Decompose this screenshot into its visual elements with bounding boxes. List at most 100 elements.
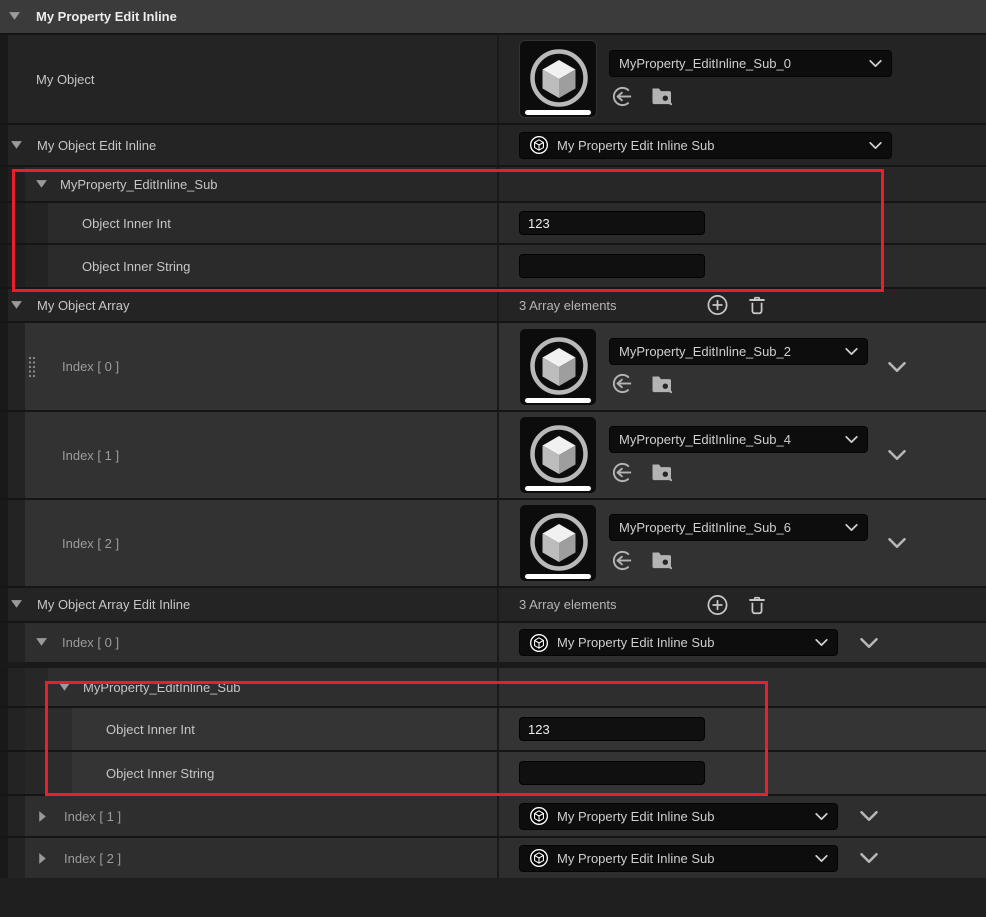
expander-chevron-icon[interactable] [860, 853, 878, 863]
asset-color-bar [525, 486, 591, 491]
asset-thumbnail[interactable] [519, 504, 597, 582]
expander-chevron-icon[interactable] [888, 538, 906, 548]
asset-name: MyProperty_EditInline_Sub_4 [619, 432, 839, 447]
object-inner-int-field[interactable] [519, 211, 705, 235]
indent-gutter [0, 500, 8, 586]
class-combobox[interactable]: My Property Edit Inline Sub [519, 803, 838, 830]
expander-chevron-icon[interactable] [888, 362, 906, 372]
browse-to-asset-icon[interactable] [650, 548, 674, 572]
add-element-icon[interactable] [706, 593, 729, 616]
indent-gutter [0, 125, 8, 165]
details-panel: My Property Edit Inline My Object MyProp… [0, 0, 986, 917]
cube-thumbnail-icon [520, 41, 598, 119]
indent-gutter [25, 668, 48, 706]
asset-combobox[interactable]: MyProperty_EditInline_Sub_6 [609, 514, 868, 541]
indent-gutter [25, 752, 48, 794]
indent-gutter [8, 752, 25, 794]
asset-color-bar [525, 398, 591, 403]
indent-gutter [25, 708, 48, 750]
asset-thumbnail[interactable] [519, 416, 597, 494]
indent-gutter [8, 500, 25, 586]
caret-down-icon[interactable] [35, 638, 48, 647]
asset-combobox[interactable]: MyProperty_EditInline_Sub_2 [609, 338, 868, 365]
asset-combobox[interactable]: MyProperty_EditInline_Sub_0 [609, 50, 892, 77]
add-element-icon[interactable] [706, 294, 729, 317]
property-label: My Object Edit Inline [37, 138, 156, 153]
delete-elements-icon[interactable] [746, 294, 768, 317]
chevron-down-icon [869, 142, 882, 149]
class-combobox[interactable]: My Property Edit Inline Sub [519, 845, 838, 872]
indent-gutter [0, 412, 8, 498]
indent-gutter [8, 412, 25, 498]
indent-gutter [0, 838, 8, 878]
selected-class: My Property Edit Inline Sub [557, 138, 863, 153]
row-array-index-1: Index [ 1 ] MyProperty_EditInline_Sub_4 [0, 412, 986, 498]
asset-thumbnail[interactable] [519, 328, 597, 406]
use-selected-asset-icon[interactable] [611, 372, 634, 395]
asset-name: MyProperty_EditInline_Sub_2 [619, 344, 839, 359]
property-label: My Object [36, 72, 95, 87]
indent-gutter [0, 708, 8, 750]
chevron-down-icon [815, 855, 828, 862]
row-my-object: My Object MyProperty_EditInline_Sub_0 [0, 35, 986, 123]
caret-right-icon[interactable] [38, 852, 47, 865]
caret-down-icon[interactable] [58, 683, 71, 692]
expander-chevron-icon[interactable] [860, 638, 878, 648]
indent-gutter [0, 203, 8, 243]
object-inner-int-field[interactable] [519, 717, 705, 741]
selected-class: My Property Edit Inline Sub [557, 635, 809, 650]
property-label: Object Inner Int [106, 722, 195, 737]
chevron-down-icon [845, 524, 858, 531]
browse-to-asset-icon[interactable] [650, 460, 674, 484]
caret-down-icon[interactable] [10, 141, 23, 150]
indent-gutter [0, 588, 8, 621]
asset-color-bar [525, 110, 591, 115]
indent-gutter [8, 245, 25, 287]
property-label: Object Inner String [82, 259, 190, 274]
row-my-object-array-header: My Object Array 3 Array elements [0, 289, 986, 321]
asset-name: MyProperty_EditInline_Sub_6 [619, 520, 839, 535]
object-cube-icon [529, 806, 549, 826]
caret-down-icon[interactable] [8, 12, 21, 21]
asset-combobox[interactable]: MyProperty_EditInline_Sub_4 [609, 426, 868, 453]
use-selected-asset-icon[interactable] [611, 85, 634, 108]
indent-gutter [8, 167, 25, 201]
row-editinline-sub-header-2: MyProperty_EditInline_Sub [0, 668, 986, 706]
browse-to-asset-icon[interactable] [650, 372, 674, 396]
row-editinline-index-2: Index [ 2 ] My Property Edit Inline Sub [0, 838, 986, 878]
object-cube-icon [529, 633, 549, 653]
caret-down-icon[interactable] [35, 180, 48, 189]
object-cube-icon [529, 135, 549, 155]
row-object-inner-int: Object Inner Int [0, 203, 986, 243]
asset-thumbnail[interactable] [519, 40, 597, 118]
subobject-header-label: MyProperty_EditInline_Sub [83, 680, 241, 695]
use-selected-asset-icon[interactable] [611, 549, 634, 572]
caret-down-icon[interactable] [10, 600, 23, 609]
indent-gutter [0, 752, 8, 794]
subobject-header-label: MyProperty_EditInline_Sub [60, 177, 218, 192]
class-combobox[interactable]: My Property Edit Inline Sub [519, 132, 892, 159]
caret-down-icon[interactable] [10, 301, 23, 310]
object-inner-string-field[interactable] [519, 761, 705, 785]
class-combobox[interactable]: My Property Edit Inline Sub [519, 629, 838, 656]
row-editinline-index-0: Index [ 0 ] My Property Edit Inline Sub [0, 623, 986, 662]
object-inner-string-field[interactable] [519, 254, 705, 278]
expander-chevron-icon[interactable] [888, 450, 906, 460]
drag-handle-icon[interactable] [28, 356, 36, 378]
category-header: My Property Edit Inline [0, 0, 986, 33]
asset-color-bar [525, 574, 591, 579]
index-label: Index [ 1 ] [64, 809, 121, 824]
index-label: Index [ 2 ] [64, 851, 121, 866]
indent-gutter [0, 623, 8, 662]
row-my-object-edit-inline: My Object Edit Inline My Property Edit I… [0, 125, 986, 165]
use-selected-asset-icon[interactable] [611, 461, 634, 484]
delete-elements-icon[interactable] [746, 593, 768, 616]
expander-chevron-icon[interactable] [860, 811, 878, 821]
selected-class: My Property Edit Inline Sub [557, 851, 809, 866]
property-label: Object Inner Int [82, 216, 171, 231]
indent-gutter [0, 167, 8, 201]
indent-gutter [8, 203, 25, 243]
asset-name: MyProperty_EditInline_Sub_0 [619, 56, 863, 71]
caret-right-icon[interactable] [38, 810, 47, 823]
browse-to-asset-icon[interactable] [650, 84, 674, 108]
